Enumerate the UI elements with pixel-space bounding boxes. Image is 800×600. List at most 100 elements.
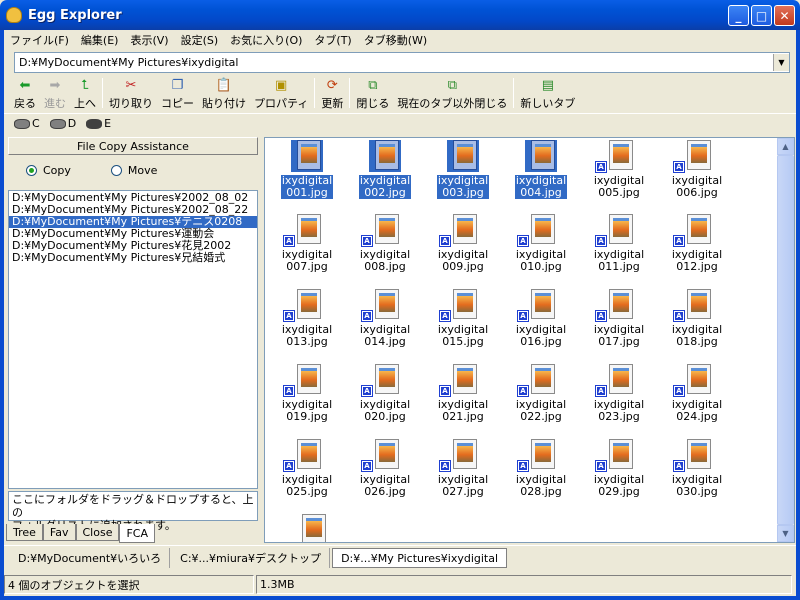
file-item[interactable]: Aixydigital 016.jpg	[504, 289, 578, 359]
archive-attribute-icon: A	[595, 235, 607, 247]
file-item[interactable]: ixydigital 002.jpg	[348, 140, 422, 210]
tab-close[interactable]: Close	[75, 524, 120, 541]
copy-radio[interactable]: Copy	[26, 164, 71, 177]
close-window-button[interactable]: ✕	[774, 5, 795, 26]
file-item[interactable]: Aixydigital 011.jpg	[582, 214, 656, 284]
cut-button[interactable]: ✂ 切り取り	[105, 76, 157, 111]
archive-attribute-icon: A	[673, 460, 685, 472]
address-input[interactable]: D:¥MyDocument¥My Pictures¥ixydigital	[15, 56, 773, 69]
partial-file-item[interactable]	[275, 514, 349, 542]
file-item[interactable]: Aixydigital 029.jpg	[582, 439, 656, 509]
file-item[interactable]: Aixydigital 023.jpg	[582, 364, 656, 434]
file-item[interactable]: Aixydigital 027.jpg	[426, 439, 500, 509]
drive-e-button[interactable]: E	[86, 117, 111, 130]
menu-favorites[interactable]: お気に入り(O)	[224, 32, 308, 48]
drive-d-button[interactable]: D	[49, 117, 76, 130]
close-other-tabs-button[interactable]: ⧉ 現在のタブ以外閉じる	[393, 76, 511, 111]
properties-button[interactable]: ▣ プロパティ	[250, 76, 312, 111]
menu-file[interactable]: ファイル(F)	[4, 32, 75, 48]
menu-tab[interactable]: タブ(T)	[308, 32, 357, 48]
tab-tree[interactable]: Tree	[6, 524, 43, 541]
back-label: 戻る	[14, 97, 36, 110]
file-item[interactable]: Aixydigital 013.jpg	[270, 289, 344, 359]
file-item[interactable]: Aixydigital 009.jpg	[426, 214, 500, 284]
move-radio[interactable]: Move	[110, 164, 157, 177]
image-thumbnail	[687, 214, 711, 244]
scroll-down-button[interactable]: ▼	[777, 525, 794, 542]
folder-tab-active[interactable]: D:¥...¥My Pictures¥ixydigital	[332, 548, 508, 568]
close-tab-button[interactable]: ⧉ 閉じる	[352, 76, 393, 111]
file-item[interactable]: Aixydigital 005.jpg	[582, 140, 656, 210]
file-view[interactable]: ixydigital 001.jpg ixydigital 002.jpg ixydig…	[264, 137, 795, 543]
menu-view[interactable]: 表示(V)	[124, 32, 174, 48]
folder-tab[interactable]: C:¥...¥miura¥デスクトップ	[172, 548, 331, 568]
file-item[interactable]: Aixydigital 010.jpg	[504, 214, 578, 284]
folder-list-item[interactable]: D:¥MyDocument¥My Pictures¥兄結婚式	[9, 252, 257, 264]
file-item[interactable]: Aixydigital 024.jpg	[660, 364, 734, 434]
folder-tab[interactable]: D:¥MyDocument¥いろいろ	[10, 548, 171, 568]
file-item[interactable]: Aixydigital 006.jpg	[660, 140, 734, 210]
paste-button[interactable]: 📋 貼り付け	[198, 76, 250, 111]
address-combobox[interactable]: D:¥MyDocument¥My Pictures¥ixydigital ▼	[14, 52, 790, 73]
vertical-scrollbar[interactable]: ▲ ▼	[777, 138, 794, 542]
toolbar-separator	[513, 78, 515, 108]
image-thumbnail	[302, 514, 326, 542]
setup-file-icon	[296, 514, 328, 542]
jpeg-file-icon: A	[595, 439, 635, 472]
file-item[interactable]: Aixydigital 018.jpg	[660, 289, 734, 359]
file-item[interactable]: Aixydigital 017.jpg	[582, 289, 656, 359]
maximize-button[interactable]: □	[751, 5, 772, 26]
address-dropdown-button[interactable]: ▼	[773, 54, 789, 71]
drive-c-button[interactable]: C	[14, 117, 40, 130]
minimize-button[interactable]: _	[728, 5, 749, 26]
copy-radio-dot[interactable]	[26, 164, 37, 176]
file-name-line2: 023.jpg	[598, 410, 640, 423]
tab-fca[interactable]: FCA	[119, 524, 156, 543]
file-name-line2: 014.jpg	[364, 335, 406, 348]
file-item[interactable]: Aixydigital 019.jpg	[270, 364, 344, 434]
file-item[interactable]: ixydigital 003.jpg	[426, 140, 500, 210]
forward-button[interactable]: ➡ 進む	[40, 76, 70, 111]
menu-tab-move[interactable]: タブ移動(W)	[358, 32, 433, 48]
file-item[interactable]: Aixydigital 014.jpg	[348, 289, 422, 359]
new-tab-button[interactable]: ▤ 新しいタブ	[516, 76, 579, 111]
file-item[interactable]: Aixydigital 007.jpg	[270, 214, 344, 284]
menu-settings[interactable]: 設定(S)	[175, 32, 225, 48]
left-panel-tabs: Tree Fav Close FCA	[6, 524, 156, 543]
scroll-thumb[interactable]	[777, 155, 794, 525]
file-name: ixydigital 022.jpg	[515, 399, 567, 423]
file-item[interactable]: Aixydigital 008.jpg	[348, 214, 422, 284]
file-item[interactable]: Aixydigital 026.jpg	[348, 439, 422, 509]
file-item[interactable]: ixydigital 004.jpg	[504, 140, 578, 210]
file-item[interactable]: Aixydigital 012.jpg	[660, 214, 734, 284]
scissors-icon: ✂	[125, 78, 137, 93]
up-button[interactable]: ⮤ 上へ	[70, 76, 100, 111]
archive-attribute-icon: A	[361, 385, 373, 397]
move-radio-dot[interactable]	[110, 164, 122, 176]
file-item[interactable]: Aixydigital 021.jpg	[426, 364, 500, 434]
menu-edit[interactable]: 編集(E)	[75, 32, 125, 48]
file-item[interactable]: Aixydigital 030.jpg	[660, 439, 734, 509]
fca-folder-list[interactable]: D:¥MyDocument¥My Pictures¥2002_08_02 D:¥…	[8, 190, 258, 489]
refresh-button[interactable]: ⟳ 更新	[317, 76, 347, 111]
file-item[interactable]: Aixydigital 025.jpg	[270, 439, 344, 509]
scroll-up-button[interactable]: ▲	[777, 138, 794, 155]
file-name-line2: 011.jpg	[598, 260, 640, 273]
file-name-line2: 020.jpg	[364, 410, 406, 423]
archive-attribute-icon: A	[439, 310, 451, 322]
file-item[interactable]: Aixydigital 022.jpg	[504, 364, 578, 434]
file-item[interactable]: ixydigital 001.jpg	[270, 140, 344, 210]
jpeg-file-icon: A	[595, 140, 635, 173]
copy-button[interactable]: ❐ コピー	[157, 76, 198, 111]
file-name-line2: 028.jpg	[520, 485, 562, 498]
file-name: ixydigital 025.jpg	[281, 474, 333, 498]
file-item[interactable]: Aixydigital 020.jpg	[348, 364, 422, 434]
up-label: 上へ	[74, 97, 96, 110]
file-name: ixydigital 018.jpg	[671, 324, 723, 348]
file-item[interactable]: Aixydigital 028.jpg	[504, 439, 578, 509]
image-thumbnail	[687, 289, 711, 319]
back-button[interactable]: ⬅ 戻る	[10, 76, 40, 111]
jpeg-file-icon: A	[517, 439, 557, 472]
file-item[interactable]: Aixydigital 015.jpg	[426, 289, 500, 359]
tab-fav[interactable]: Fav	[42, 524, 76, 541]
